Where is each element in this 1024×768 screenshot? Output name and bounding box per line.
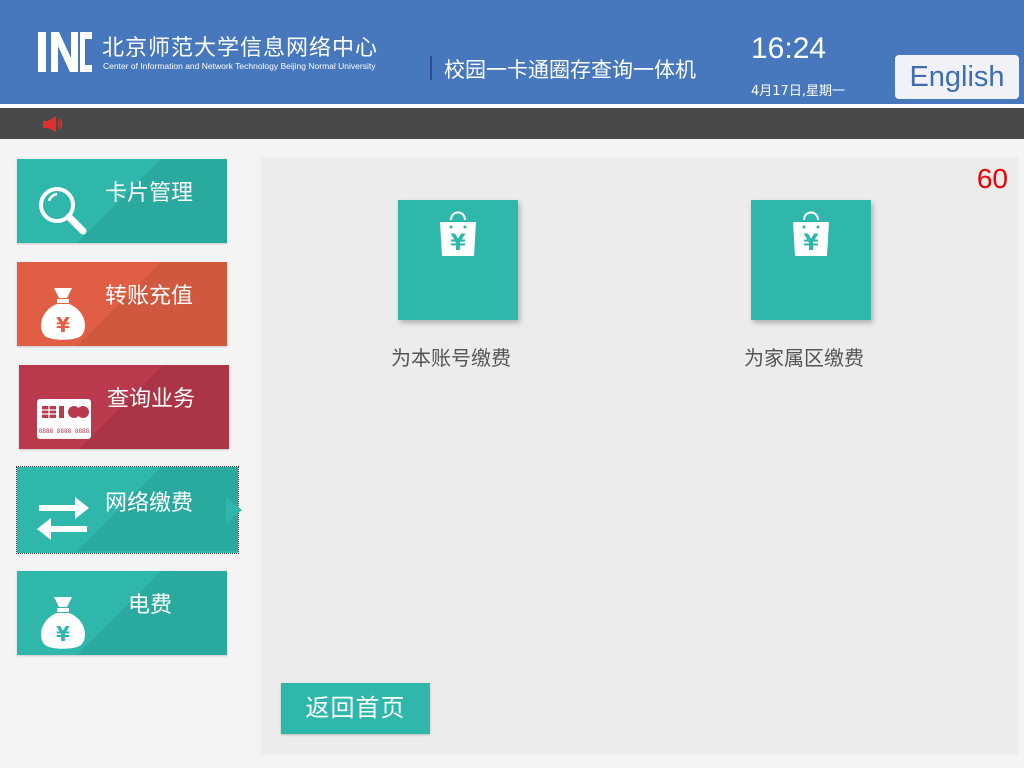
shopping-bag-yuan-icon: ¥ bbox=[440, 211, 476, 256]
pay-family-area-button[interactable]: ¥ bbox=[751, 200, 871, 320]
clock-time: 16:24 bbox=[751, 32, 827, 65]
main-panel: 60 ¥ 为本账号缴费 ¥ 为家属区缴费 返回首页 bbox=[261, 157, 1018, 755]
sidebar-item-electricity-fee[interactable]: 电费 ¥ bbox=[17, 571, 227, 655]
svg-text:¥: ¥ bbox=[803, 231, 819, 256]
sidebar-item-label: 卡片管理 bbox=[105, 181, 194, 206]
money-bag-icon: ¥ bbox=[35, 595, 91, 649]
magnifier-icon bbox=[35, 183, 91, 235]
back-home-button[interactable]: 返回首页 bbox=[281, 683, 430, 734]
sidebar-item-label: 查询业务 bbox=[107, 387, 196, 412]
speaker-icon bbox=[42, 115, 64, 133]
sidebar-item-transfer-recharge[interactable]: 转账充值 ¥ bbox=[17, 262, 227, 346]
svg-text:8888 8888 8888: 8888 8888 8888 bbox=[39, 428, 90, 435]
money-bag-icon: ¥ bbox=[35, 286, 91, 340]
notice-bar bbox=[0, 108, 1024, 139]
selected-indicator bbox=[226, 497, 242, 523]
inc-logo bbox=[38, 32, 92, 72]
clock-date: 4月17日,星期一 bbox=[751, 84, 845, 99]
header-bar: 北京师范大学信息网络中心 Center of Information and N… bbox=[0, 0, 1024, 104]
org-subtitle: Center of Information and Network Techno… bbox=[103, 61, 376, 71]
pay-own-account-button[interactable]: ¥ bbox=[398, 200, 518, 320]
pay-own-account-label[interactable]: 为本账号缴费 bbox=[391, 342, 511, 371]
english-button[interactable]: English bbox=[895, 55, 1019, 99]
header-divider bbox=[430, 56, 432, 80]
system-name: 校园一卡通圈存查询一体机 bbox=[444, 58, 696, 82]
transfer-arrows-icon bbox=[35, 493, 91, 545]
svg-text:¥: ¥ bbox=[450, 231, 466, 256]
pay-family-area-label[interactable]: 为家属区缴费 bbox=[744, 342, 864, 371]
sidebar-item-label: 网络缴费 bbox=[105, 491, 194, 516]
org-name: 北京师范大学信息网络中心 bbox=[102, 36, 379, 61]
bank-card-icon: 8888 8888 8888 bbox=[37, 389, 93, 441]
svg-text:¥: ¥ bbox=[56, 313, 70, 337]
svg-text:¥: ¥ bbox=[56, 622, 70, 646]
sidebar-item-network-payment[interactable]: 网络缴费 bbox=[16, 466, 239, 554]
sidebar-item-label: 转账充值 bbox=[105, 284, 194, 309]
sidebar-item-query-service[interactable]: 查询业务 8888 8888 8888 bbox=[19, 365, 229, 449]
sidebar-item-card-management[interactable]: 卡片管理 bbox=[17, 159, 227, 243]
shopping-bag-yuan-icon: ¥ bbox=[793, 211, 829, 256]
sidebar-item-label: 电费 bbox=[128, 593, 173, 618]
countdown-timer: 60 bbox=[976, 163, 1008, 194]
